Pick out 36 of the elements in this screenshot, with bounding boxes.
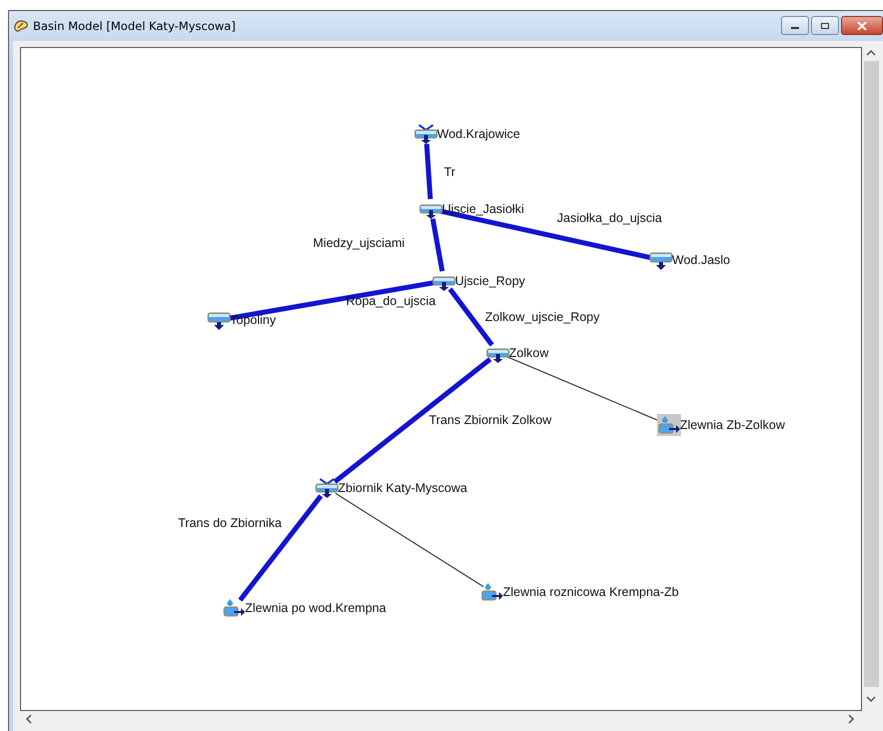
reach-label: Miedzy_ujsciami (313, 236, 405, 250)
scroll-down-icon[interactable] (866, 695, 876, 703)
scroll-thumb[interactable] (864, 61, 878, 687)
node-label: Zolkow (509, 346, 549, 360)
node-label: Zlewnia po wod.Krempna (245, 601, 386, 615)
maximize-button[interactable] (811, 16, 839, 35)
subbasin-icon[interactable] (222, 597, 246, 619)
app-icon (13, 19, 29, 33)
window-title: Basin Model [Model Katy-Myscowa] (33, 19, 237, 33)
reach-label: Jasiołka_do_ujscia (557, 211, 662, 225)
node-label: Ujscie_Jasiołki (442, 202, 524, 216)
reservoir-icon[interactable] (315, 477, 339, 499)
reach-line[interactable] (430, 218, 445, 272)
reach-label: Tr (444, 165, 456, 179)
node-label: Topoliny (230, 313, 276, 327)
reach-label: Trans Zbiornik Zolkow (429, 413, 552, 427)
node-label: Wod.Jaslo (672, 253, 730, 267)
reservoir-icon[interactable] (414, 123, 438, 145)
node-label: Wod.Krajowice (437, 127, 520, 141)
minimize-button[interactable] (781, 16, 809, 35)
scroll-right-icon[interactable] (847, 714, 855, 724)
scroll-up-icon[interactable] (866, 49, 876, 57)
reach-label: Zolkow_ujscie_Ropy (485, 310, 600, 324)
close-button[interactable] (841, 16, 883, 35)
node-label: Zlewnia roznicowa Krempna-Zb (503, 585, 679, 599)
subbasin-icon[interactable] (480, 581, 504, 603)
reach-label: Trans do Zbiornika (178, 516, 282, 530)
close-icon (857, 22, 867, 30)
node-label: Zlewnia Zb-Zolkow (680, 418, 785, 432)
maximize-icon (820, 22, 830, 30)
reach-label: Ropa_do_ujscia (346, 294, 436, 308)
node-label: Zbiornik Katy-Myscowa (338, 481, 468, 495)
node-label: Ujscie_Ropy (455, 274, 526, 288)
scroll-left-icon[interactable] (25, 714, 33, 724)
subbasin-icon[interactable] (657, 414, 681, 436)
reach-line[interactable] (424, 144, 433, 200)
